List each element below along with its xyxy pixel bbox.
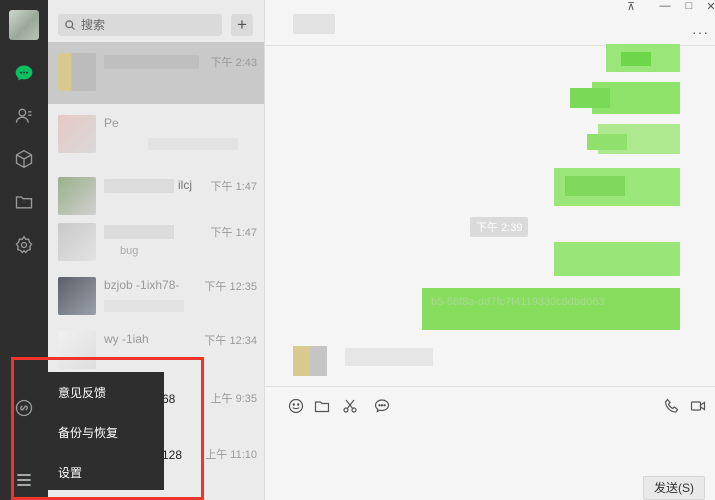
- menu-icon[interactable]: [12, 468, 36, 492]
- conversation-avatar: [58, 277, 96, 315]
- conversation-time: 下午 1:47: [210, 181, 257, 193]
- conversation-name: ilcj: [178, 178, 192, 192]
- conversation-time: 上午 9:35: [210, 393, 257, 405]
- conversation-time: 下午 2:43: [210, 57, 257, 69]
- search-input[interactable]: [81, 18, 211, 32]
- conversation-item[interactable]: Pe: [48, 104, 264, 166]
- chat-history-icon[interactable]: [372, 396, 392, 416]
- conversation-avatar: [58, 53, 96, 91]
- conversation-name: wy -1iah: [104, 332, 149, 346]
- phone-icon[interactable]: [662, 396, 682, 416]
- conversation-time: 下午 1:47: [210, 227, 257, 239]
- chat-icon[interactable]: [12, 61, 36, 85]
- user-avatar[interactable]: [9, 10, 39, 40]
- message-time-tag: 下午 2:39: [470, 217, 529, 237]
- conversation-avatar: [58, 115, 96, 153]
- conversation-time: 上午 11:10: [205, 449, 257, 461]
- mini-program-icon[interactable]: [12, 233, 36, 257]
- search-box[interactable]: [58, 14, 222, 36]
- folder-icon[interactable]: [12, 190, 36, 214]
- conversation-avatar: [58, 223, 96, 261]
- message-bubble[interactable]: [422, 288, 680, 330]
- chat-title-blur: [293, 14, 335, 34]
- video-call-icon[interactable]: [688, 396, 708, 416]
- message-bubble-detail: [570, 88, 610, 108]
- conversation-preview-blur: [148, 138, 238, 150]
- emoji-icon[interactable]: [286, 396, 306, 416]
- send-button[interactable]: 发送(S): [643, 476, 705, 500]
- conversation-name: bzjob -1ixh78-: [104, 278, 180, 292]
- add-chat-button[interactable]: +: [231, 14, 253, 36]
- conversation-avatar: [58, 331, 96, 369]
- pin-icon[interactable]: ⊼: [617, 0, 645, 14]
- conversation-item[interactable]: bug 下午 1:47: [48, 212, 264, 274]
- message-bubble-detail: [587, 134, 627, 150]
- settings-popup-menu: 意见反馈 备份与恢复 设置: [48, 372, 164, 490]
- menu-item-backup[interactable]: 备份与恢复: [58, 424, 118, 441]
- conversation-item[interactable]: bzjob -1ixh78- 下午 12:35: [48, 266, 264, 328]
- conversation-name-blur: [104, 225, 174, 239]
- conversation-avatar: [58, 177, 96, 215]
- close-button[interactable]: ✕: [697, 0, 715, 14]
- search-icon: [65, 20, 75, 30]
- chat-panel: ⊼ — □ ✕ ··· 下午 2:39 b5-58f8a-dd7fc7f4119…: [265, 0, 715, 500]
- message-bubble-detail: [565, 176, 625, 196]
- more-button[interactable]: ···: [692, 24, 709, 40]
- menu-item-feedback[interactable]: 意见反馈: [58, 384, 106, 401]
- conversation-name: 128: [162, 448, 183, 462]
- sidebar-rail: [0, 0, 48, 500]
- link-icon[interactable]: [12, 396, 36, 420]
- conversation-preview-blur: [104, 300, 184, 312]
- conversation-preview: bug: [120, 245, 139, 257]
- message-bubble-detail: [621, 52, 651, 66]
- sender-avatar: [293, 346, 327, 376]
- menu-item-settings[interactable]: 设置: [58, 464, 82, 481]
- incoming-message-blur[interactable]: [345, 348, 433, 366]
- conversation-item[interactable]: 下午 2:43: [48, 42, 264, 104]
- contacts-icon[interactable]: [12, 104, 36, 128]
- conversation-name-blur: [104, 55, 199, 69]
- message-bubble[interactable]: [554, 242, 680, 276]
- conversation-name: Pe: [104, 116, 119, 130]
- chat-header: ⊼ — □ ✕ ···: [265, 0, 715, 46]
- conversation-name-blur: [104, 179, 174, 193]
- cube-icon[interactable]: [12, 147, 36, 171]
- file-icon[interactable]: [312, 396, 332, 416]
- scissors-icon[interactable]: [340, 396, 360, 416]
- conversation-time: 下午 12:35: [204, 281, 257, 293]
- conversation-time: 下午 12:34: [204, 335, 257, 347]
- message-bubble-text: b5-58f8a-dd7fc7f4119330c8dbd063: [431, 296, 605, 308]
- input-toolbar-divider: [265, 386, 715, 387]
- conversation-name: 68: [162, 392, 176, 406]
